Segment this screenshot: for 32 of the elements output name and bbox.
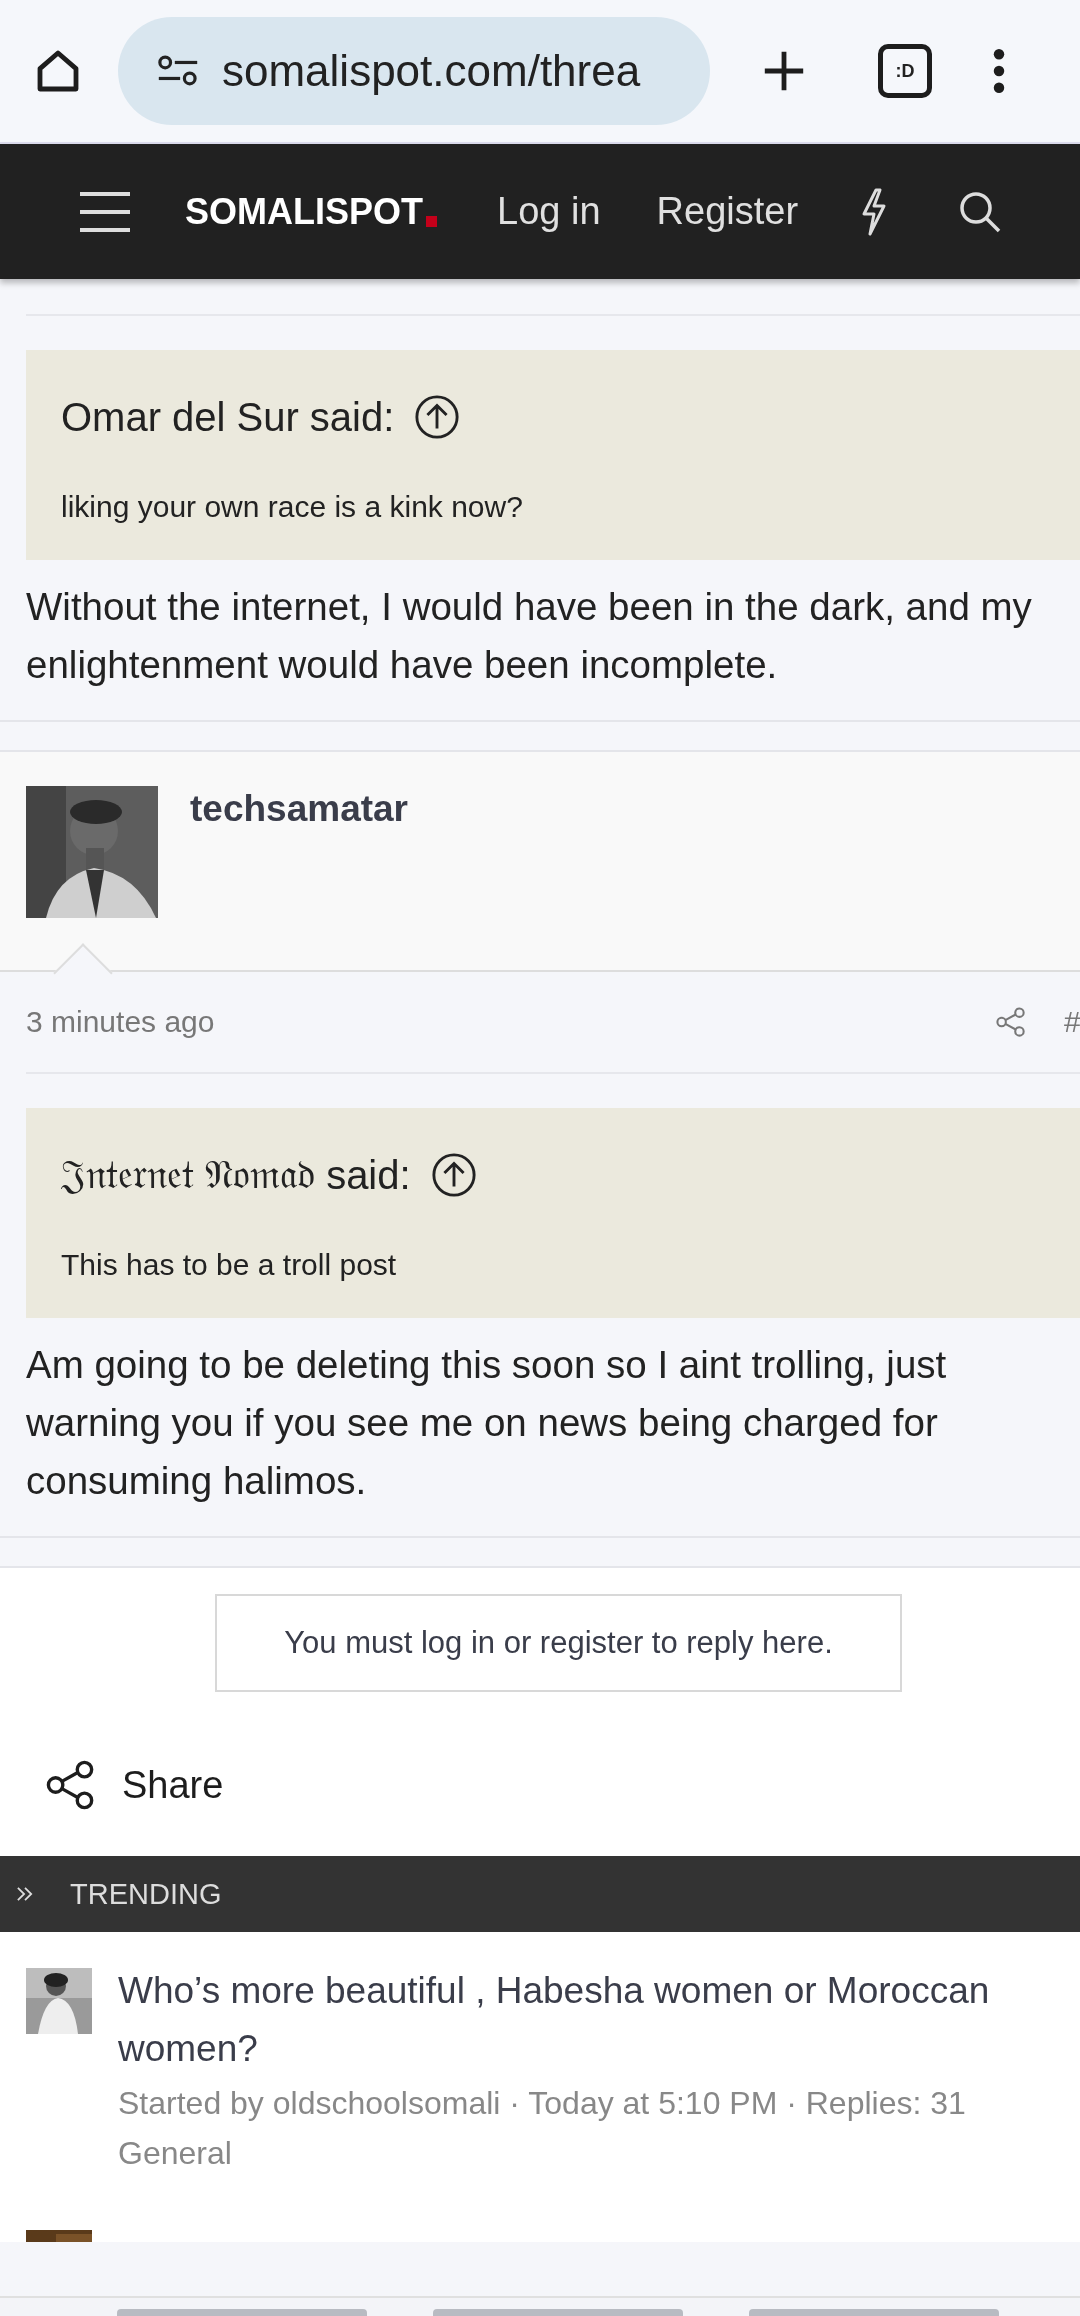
tab-switcher[interactable]: :D: [878, 44, 932, 98]
share-icon: [46, 1760, 96, 1810]
quote-author: 𝔍𝔫𝔱𝔢𝔯𝔫𝔢𝔱 𝔑𝔬𝔪𝔞𝔡: [61, 1152, 316, 1198]
nav-link[interactable]: Log in: [497, 190, 601, 233]
login-notice: You must log in or register to reply here.: [215, 1594, 902, 1692]
forum-name[interactable]: General: [118, 2128, 1080, 2178]
permalink[interactable]: #: [1064, 1005, 1080, 1039]
menu-icon[interactable]: [78, 189, 132, 234]
share-button[interactable]: Share: [46, 1760, 246, 1810]
share-icon[interactable]: [996, 1007, 1026, 1037]
site-logo[interactable]: SOMALISPOT: [185, 190, 437, 233]
post-text: Without the internet, I would have been in the dark, and my: [26, 584, 1033, 630]
section-title: TRENDING: [70, 1877, 222, 1911]
thread-meta: Started by oldschoolsomali · Today at 5:10 PM · Replies: 31: [118, 2084, 967, 2123]
menu-icon[interactable]: [992, 48, 1006, 94]
arrow-up-icon[interactable]: [414, 394, 461, 440]
username[interactable]: techsamatar: [190, 788, 408, 830]
quote-said: said:: [326, 1152, 411, 1198]
quote-text: This has to be a troll post: [61, 1248, 398, 1282]
quote-said: said:: [309, 394, 395, 440]
post-text: enlightenment would have been incomplete.: [26, 642, 779, 688]
address-bar[interactable]: somalispot.com/threa: [118, 17, 710, 125]
thread-title[interactable]: Who’s more beautiful , Habesha women or Moroccan women?: [118, 1962, 1080, 2078]
post-time[interactable]: 3 minutes ago: [26, 1005, 215, 1039]
site-settings-icon[interactable]: [156, 55, 200, 87]
double-chevron-icon: [16, 1886, 34, 1902]
post-text: Am going to be deleting this soon so I aint trolling, just warning you if you see me on news being charged for consuming halimos.: [26, 1342, 948, 1504]
search-icon[interactable]: [958, 189, 1003, 234]
quote-author: Omar del Sur: [61, 394, 299, 440]
quote-text: liking your own race is a kink now?: [61, 490, 524, 524]
arrow-up-icon[interactable]: [430, 1152, 477, 1198]
nav-link[interactable]: Register: [656, 190, 799, 233]
